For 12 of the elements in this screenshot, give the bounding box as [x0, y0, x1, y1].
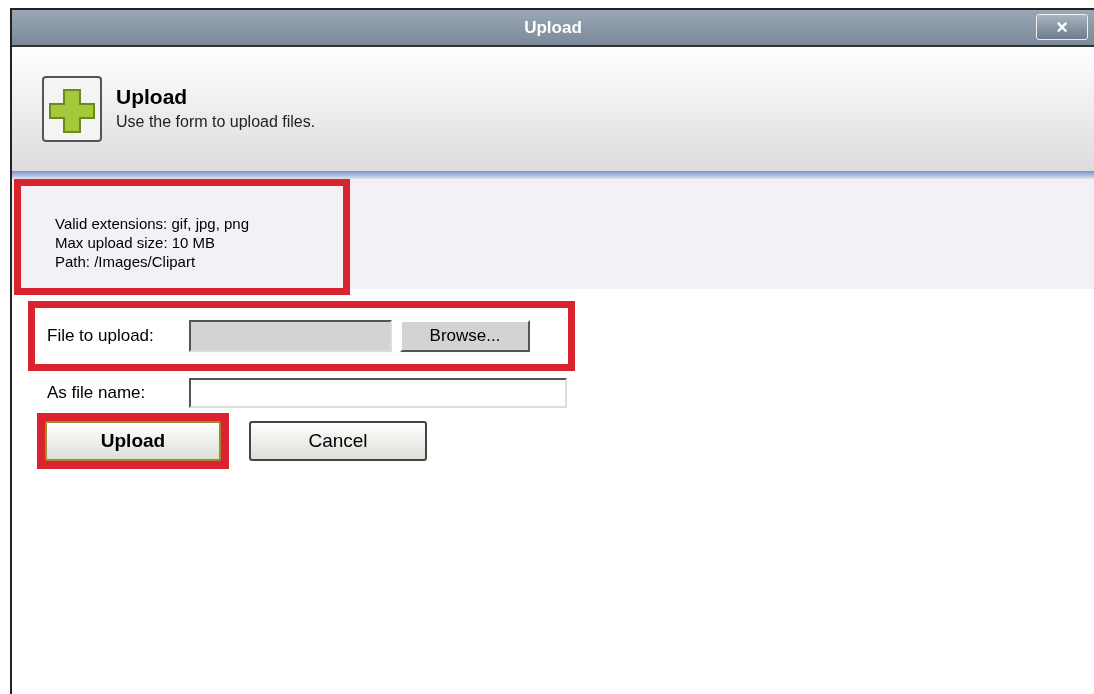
info-text: Path: /Images/Clipart	[55, 252, 197, 271]
info-text: Max upload size: 10 MB	[55, 233, 217, 252]
info-text: Valid extensions: gif, jpg, png	[55, 214, 250, 233]
field-label: As file name:	[47, 382, 147, 405]
header-title: Upload	[116, 84, 189, 110]
file-name-field[interactable]	[189, 378, 567, 408]
field-label: File to upload:	[47, 325, 155, 348]
cancel-button[interactable]: Cancel	[249, 421, 427, 461]
upload-button[interactable]: Upload	[45, 421, 221, 461]
add-icon	[42, 76, 102, 142]
header-subtitle: Use the form to upload files.	[116, 112, 316, 132]
window-title: Upload	[524, 16, 582, 39]
